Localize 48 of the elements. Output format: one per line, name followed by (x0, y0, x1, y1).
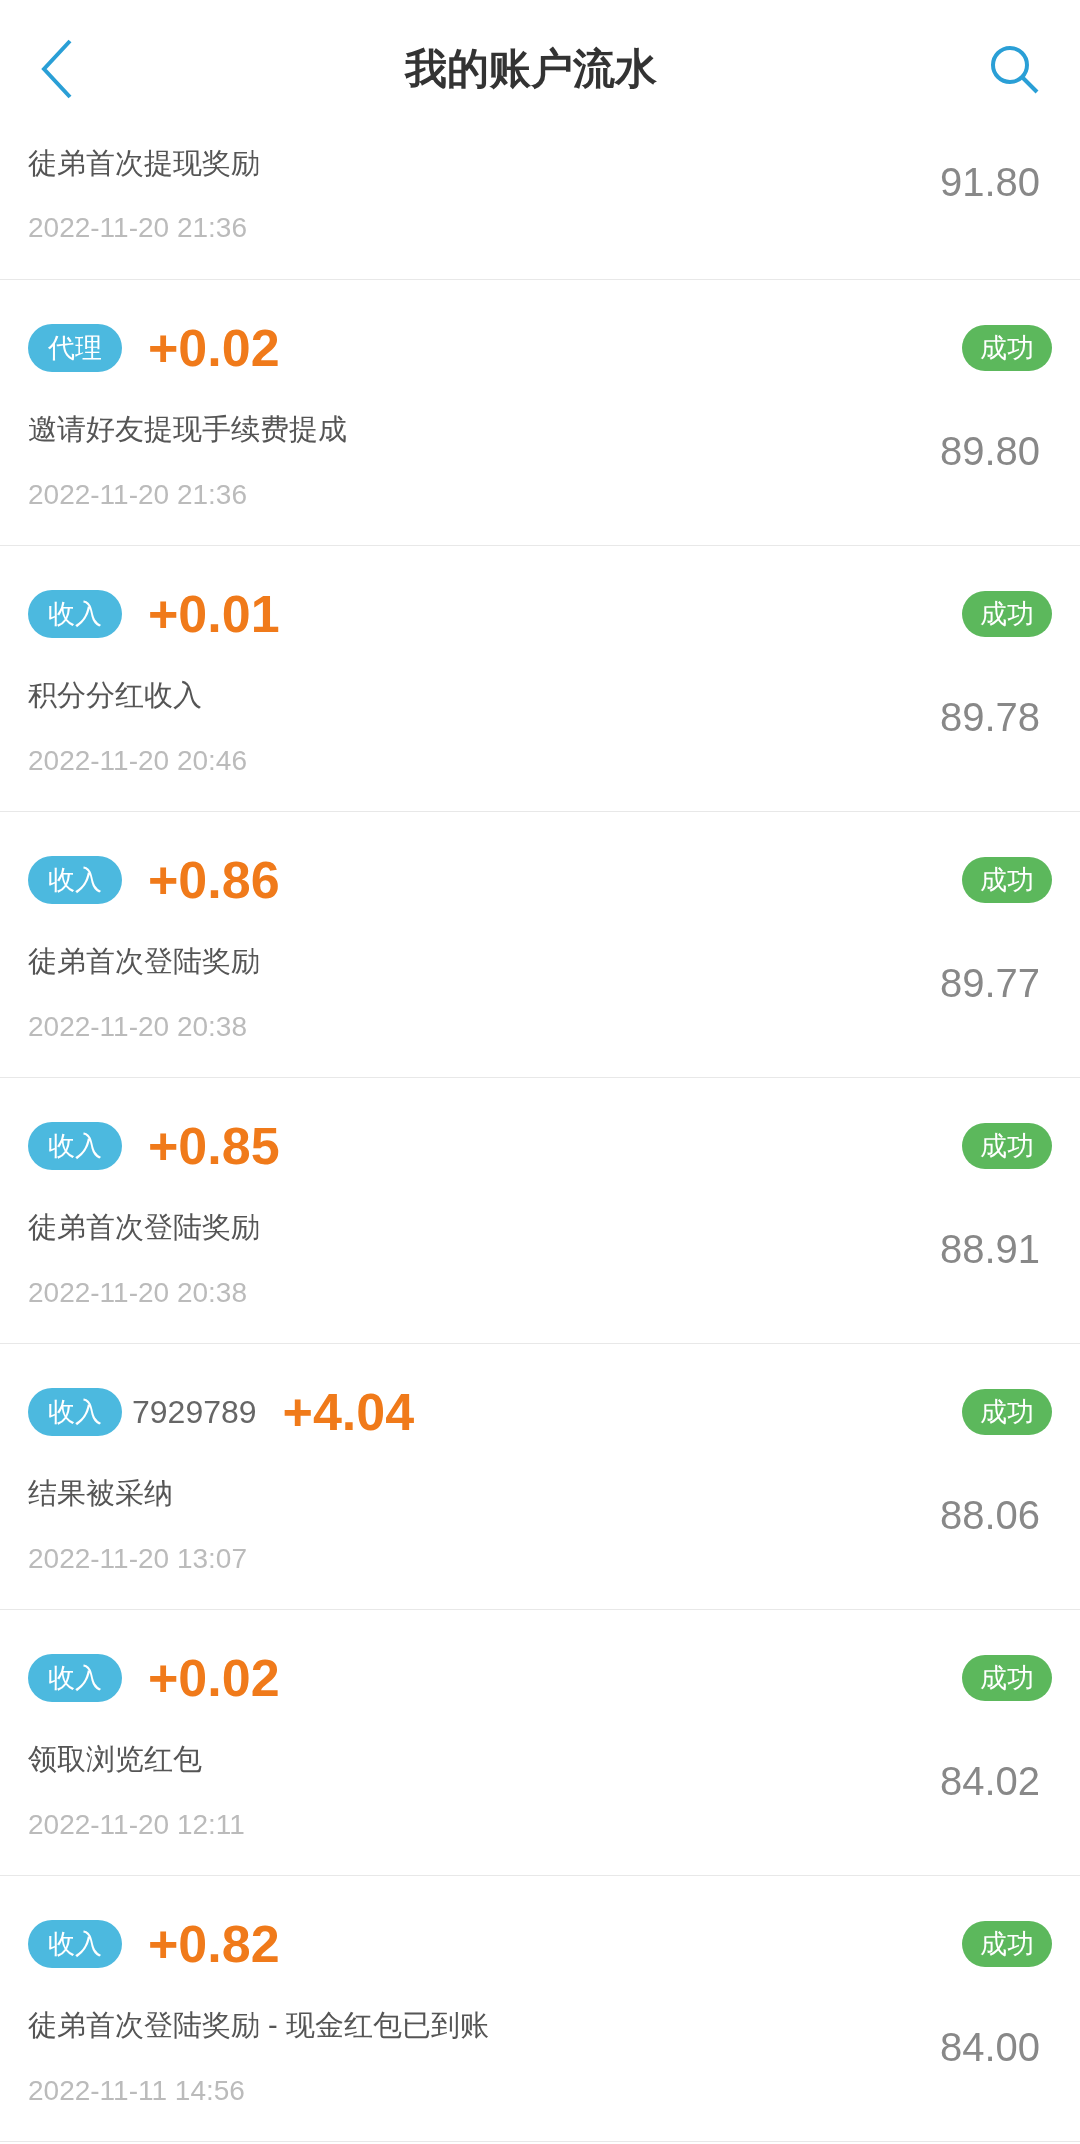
status-badge: 成功 (962, 325, 1052, 371)
entry-date: 2022-11-20 21:36 (28, 478, 248, 512)
balance: 84.02 (939, 1758, 1041, 1805)
balance: 89.80 (939, 428, 1041, 475)
status-badge: 成功 (962, 1655, 1052, 1701)
entry-date: 2022-11-20 21:36 (28, 211, 248, 245)
entry-description: 积分分红收入 (28, 678, 203, 714)
entry-date: 2022-11-20 12:11 (28, 1808, 246, 1842)
entry-date: 2022-11-11 14:56 (28, 2074, 246, 2108)
category-badge: 收入 (28, 590, 122, 638)
status-badge: 成功 (962, 1123, 1052, 1169)
entry-date: 2022-11-20 20:38 (28, 1276, 248, 1310)
balance: 88.91 (939, 1226, 1041, 1273)
category-badge: 代理 (28, 324, 122, 372)
amount: +0.86 (148, 850, 280, 911)
amount: +0.82 (148, 1914, 280, 1975)
balance: 84.00 (939, 2024, 1041, 2071)
entry-description: 结果被采纳 (28, 1476, 174, 1512)
entry-description: 邀请好友提现手续费提成 (28, 412, 347, 448)
entry-description: 徒弟首次登陆奖励 (28, 944, 261, 980)
amount: +0.02 (148, 1648, 280, 1709)
entry-description: 徒弟首次提现奖励 (28, 146, 260, 182)
entry-description: 领取浏览红包 (28, 1742, 203, 1778)
amount: +0.02 (148, 318, 280, 379)
category-badge: 收入 (28, 1122, 122, 1170)
balance: 91.80 (939, 159, 1041, 206)
balance: 89.77 (939, 960, 1041, 1007)
amount: +0.01 (148, 584, 280, 645)
status-badge: 成功 (962, 1921, 1052, 1967)
entry-description: 徒弟首次登陆奖励 - 现金红包已到账 (28, 2008, 489, 2044)
entry-date: 2022-11-20 20:46 (28, 744, 248, 778)
back-icon[interactable] (40, 37, 74, 100)
status-badge: 成功 (962, 1389, 1052, 1435)
status-badge: 成功 (962, 857, 1052, 903)
entry-date: 2022-11-20 20:38 (28, 1010, 248, 1044)
amount: +0.85 (148, 1116, 280, 1177)
status-badge: 成功 (962, 591, 1052, 637)
entry-description: 徒弟首次登陆奖励 (28, 1210, 261, 1246)
category-badge: 收入 (28, 1654, 122, 1702)
balance: 89.78 (939, 694, 1041, 741)
entry-date: 2022-11-20 13:07 (28, 1542, 248, 1576)
reference-number: 7929789 (132, 1393, 257, 1432)
category-badge: 收入 (28, 1920, 122, 1968)
page-title: 我的账户流水 (405, 44, 657, 94)
category-badge: 收入 (28, 1388, 122, 1436)
amount: +4.04 (282, 1382, 415, 1443)
balance: 88.06 (939, 1492, 1041, 1539)
category-badge: 收入 (28, 856, 122, 904)
